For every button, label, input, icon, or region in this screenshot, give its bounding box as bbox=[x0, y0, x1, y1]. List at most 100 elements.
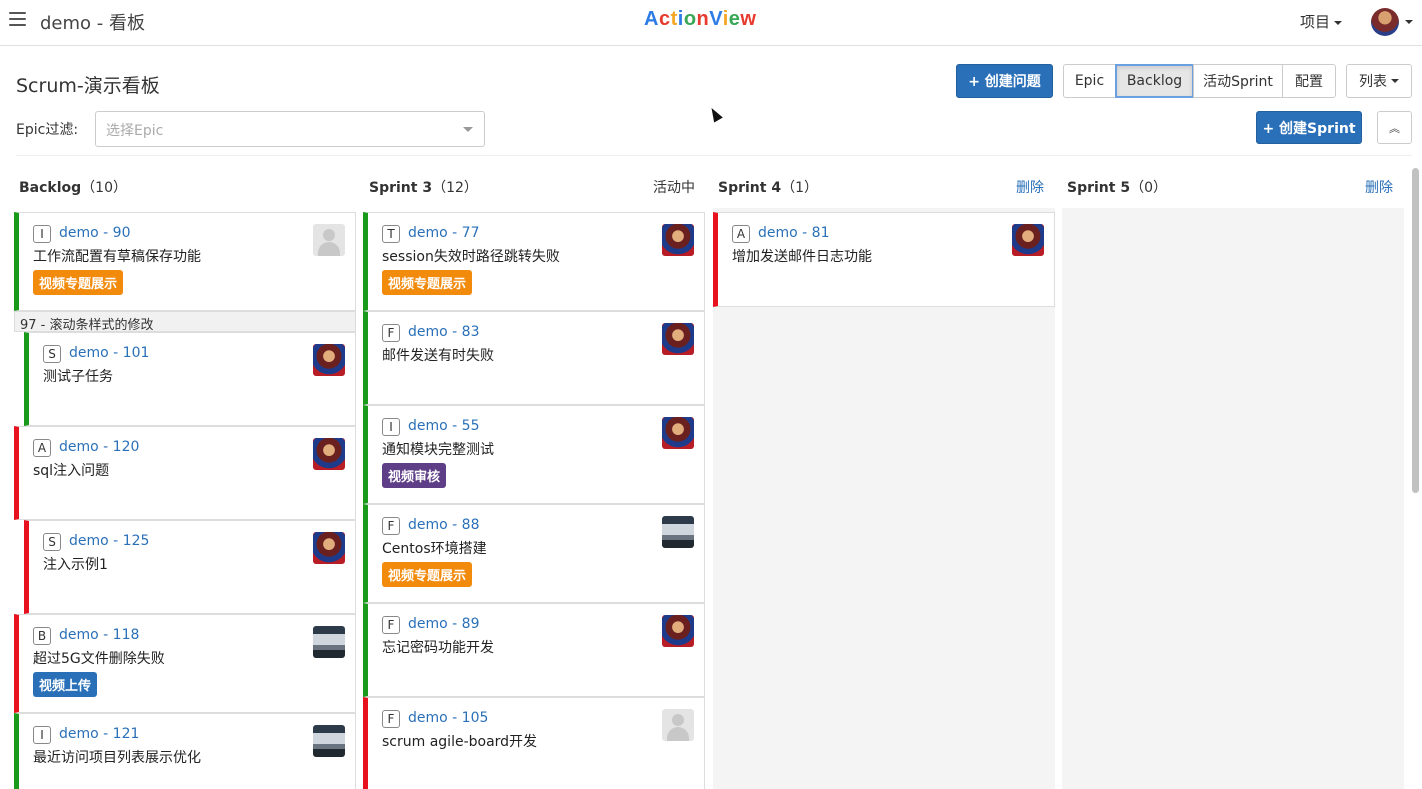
user-menu-caret-icon[interactable] bbox=[1405, 20, 1413, 24]
issue-card[interactable]: I demo - 121 最近访问项目列表展示优化 bbox=[14, 713, 356, 789]
column-count: （12） bbox=[432, 180, 478, 196]
column-name: Backlog bbox=[19, 180, 82, 196]
assignee-avatar bbox=[313, 626, 345, 658]
assignee-avatar bbox=[662, 417, 694, 449]
user-avatar[interactable] bbox=[1371, 8, 1399, 36]
column-header-sprint5: Sprint 5（0） bbox=[1067, 177, 1167, 197]
issue-label: 视频专题展示 bbox=[382, 562, 473, 587]
issue-key-link[interactable]: demo - 120 bbox=[59, 439, 139, 455]
sprint-status-badge: 活动中 bbox=[653, 180, 695, 196]
column-header-sprint4: Sprint 4（1） bbox=[718, 177, 818, 197]
issue-key-link[interactable]: demo - 83 bbox=[408, 324, 479, 340]
issue-card[interactable]: S demo - 125 注入示例1 bbox=[24, 520, 356, 614]
issue-summary: scrum agile-board开发 bbox=[382, 734, 538, 750]
epic-filter-placeholder: 选择Epic bbox=[106, 123, 164, 139]
epic-filter-select[interactable]: 选择Epic bbox=[95, 111, 485, 147]
issue-card[interactable]: S demo - 101 测试子任务 bbox=[24, 332, 356, 426]
issue-card[interactable]: A demo - 120 sql注入问题 bbox=[14, 426, 356, 520]
issue-label: 视频专题展示 bbox=[382, 270, 473, 295]
view-backlog-button[interactable]: Backlog bbox=[1115, 64, 1194, 98]
issue-card[interactable]: I demo - 90 工作流配置有草稿保存功能 视频专题展示 bbox=[14, 212, 356, 311]
top-navbar: demo - 看板 ActionView 项目 bbox=[0, 0, 1422, 46]
issue-key-link[interactable]: demo - 125 bbox=[69, 533, 149, 549]
create-sprint-button[interactable]: + 创建Sprint bbox=[1256, 111, 1362, 144]
issue-type-badge: B bbox=[33, 627, 51, 645]
assignee-avatar bbox=[662, 323, 694, 355]
issue-type-badge: S bbox=[43, 533, 61, 551]
issue-type-badge: S bbox=[43, 345, 61, 363]
issue-summary: 工作流配置有草稿保存功能 bbox=[33, 249, 201, 265]
delete-sprint5-link[interactable]: 删除 bbox=[1365, 177, 1393, 197]
issue-type-badge: F bbox=[382, 710, 400, 728]
issue-summary: 注入示例1 bbox=[43, 557, 108, 573]
epic-filter-label: Epic过滤: bbox=[16, 122, 79, 138]
issue-card[interactable]: B demo - 118 超过5G文件删除失败 视频上传 bbox=[14, 614, 356, 713]
issue-key-link[interactable]: demo - 77 bbox=[408, 225, 479, 241]
issue-summary: 超过5G文件删除失败 bbox=[33, 651, 165, 667]
issue-card[interactable]: A demo - 81 增加发送邮件日志功能 bbox=[713, 212, 1055, 307]
create-issue-button[interactable]: + 创建问题 bbox=[956, 64, 1053, 98]
view-active-sprint-button[interactable]: 活动Sprint bbox=[1193, 64, 1283, 98]
issue-type-badge: I bbox=[33, 225, 51, 243]
issue-key-link[interactable]: demo - 105 bbox=[408, 710, 488, 726]
issue-summary: 邮件发送有时失败 bbox=[382, 348, 494, 364]
column-name: Sprint 5 bbox=[1067, 180, 1131, 196]
issue-label: 视频审核 bbox=[382, 463, 447, 488]
vertical-scrollbar[interactable] bbox=[1412, 168, 1419, 493]
issue-key-link[interactable]: demo - 89 bbox=[408, 616, 479, 632]
issue-card[interactable]: I demo - 55 通知模块完整测试 视频审核 bbox=[363, 405, 705, 504]
assignee-avatar bbox=[313, 532, 345, 564]
issue-card[interactable]: F demo - 88 Centos环境搭建 视频专题展示 bbox=[363, 504, 705, 603]
double-chevron-up-icon[interactable]: ︽ bbox=[1377, 111, 1412, 144]
issue-type-badge: F bbox=[382, 616, 400, 634]
view-config-button[interactable]: 配置 bbox=[1282, 64, 1336, 98]
caret-down-icon bbox=[1391, 79, 1399, 83]
app-title: demo - 看板 bbox=[40, 13, 145, 34]
issue-card[interactable]: F demo - 89 忘记密码功能开发 bbox=[363, 603, 705, 697]
issue-summary: 最近访问项目列表展示优化 bbox=[33, 750, 201, 766]
assignee-avatar bbox=[662, 615, 694, 647]
view-epic-button[interactable]: Epic bbox=[1063, 64, 1116, 98]
assignee-avatar bbox=[313, 438, 345, 470]
issue-key-link[interactable]: demo - 118 bbox=[59, 627, 139, 643]
delete-sprint4-link[interactable]: 删除 bbox=[1016, 177, 1044, 197]
backlog-column: I demo - 90 工作流配置有草稿保存功能 视频专题展示 97 - 滚动条… bbox=[14, 208, 356, 789]
actionview-logo[interactable]: ActionView bbox=[644, 8, 756, 31]
issue-type-badge: T bbox=[382, 225, 400, 243]
issue-card[interactable]: F demo - 105 scrum agile-board开发 bbox=[363, 697, 705, 789]
sprint4-column: A demo - 81 增加发送邮件日志功能 bbox=[713, 208, 1055, 789]
column-header-sprint3: Sprint 3（12） bbox=[369, 177, 478, 197]
issue-type-badge: F bbox=[382, 517, 400, 535]
issue-key-link[interactable]: demo - 121 bbox=[59, 726, 139, 742]
column-name: Sprint 3 bbox=[369, 180, 433, 196]
issue-key-link[interactable]: demo - 88 bbox=[408, 517, 479, 533]
parent-issue-group[interactable]: 97 - 滚动条样式的修改 bbox=[14, 311, 356, 333]
issue-key-link[interactable]: demo - 90 bbox=[59, 225, 130, 241]
issue-key-link[interactable]: demo - 101 bbox=[69, 345, 149, 361]
list-menu-button[interactable]: 列表 bbox=[1346, 64, 1412, 98]
hamburger-icon[interactable] bbox=[9, 12, 26, 27]
assignee-avatar bbox=[313, 725, 345, 757]
issue-summary: 通知模块完整测试 bbox=[382, 442, 494, 458]
issue-summary: 测试子任务 bbox=[43, 369, 113, 385]
column-name: Sprint 4 bbox=[718, 180, 782, 196]
issue-card[interactable]: T demo - 77 session失效时路径跳转失败 视频专题展示 bbox=[363, 212, 705, 311]
divider bbox=[16, 155, 1412, 156]
issue-type-badge: A bbox=[732, 225, 750, 243]
issue-label: 视频上传 bbox=[33, 672, 98, 697]
issue-type-badge: I bbox=[33, 726, 51, 744]
project-menu[interactable]: 项目 bbox=[1300, 11, 1343, 32]
assignee-avatar bbox=[662, 516, 694, 548]
issue-card[interactable]: F demo - 83 邮件发送有时失败 bbox=[363, 311, 705, 405]
caret-down-icon bbox=[1334, 20, 1343, 25]
list-menu-label: 列表 bbox=[1359, 74, 1387, 90]
issue-type-badge: I bbox=[382, 418, 400, 436]
column-count: （10） bbox=[81, 180, 127, 196]
issue-key-link[interactable]: demo - 81 bbox=[758, 225, 829, 241]
assignee-avatar bbox=[313, 344, 345, 376]
issue-key-link[interactable]: demo - 55 bbox=[408, 418, 479, 434]
assignee-avatar bbox=[662, 224, 694, 256]
issue-type-badge: A bbox=[33, 439, 51, 457]
sprint3-column: T demo - 77 session失效时路径跳转失败 视频专题展示 F de… bbox=[363, 208, 705, 789]
issue-summary: sql注入问题 bbox=[33, 463, 110, 479]
